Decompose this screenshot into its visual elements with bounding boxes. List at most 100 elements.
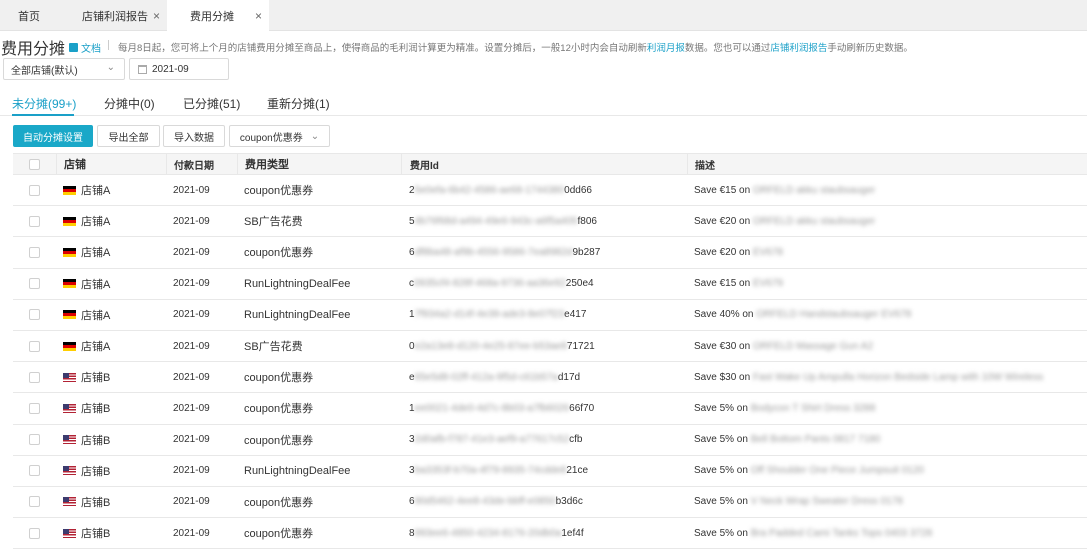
- store-name: 店铺A: [81, 278, 111, 291]
- table-row[interactable]: 店铺B 2021-09 coupon优惠券 1 ee0021-4de0-4d7c-8b0…: [13, 393, 1087, 425]
- button-label: 导出全部: [108, 132, 149, 144]
- store-profit-report-link[interactable]: 店铺利润报告: [770, 43, 827, 54]
- table-row[interactable]: 店铺A 2021-09 coupon优惠券 2 5e0efa-6b42-4586-ae6…: [13, 175, 1087, 207]
- expense-id-redacted: 5e0efa-6b42-4586-ae68-1744380: [414, 184, 565, 196]
- description-text: Save 5% on: [694, 465, 748, 477]
- store-select[interactable]: 全部店铺(默认) ⌄: [3, 58, 125, 80]
- tab-unallocated[interactable]: 未分摊(99+): [12, 95, 76, 112]
- expense-type-cell: coupon优惠券: [244, 372, 314, 385]
- column-header-pay-date[interactable]: 付款日期: [166, 154, 237, 174]
- table-row[interactable]: 店铺B 2021-09 coupon优惠券 e 65e5d8-02ff-412a-9f5…: [13, 362, 1087, 394]
- export-all-button[interactable]: 导出全部: [97, 125, 160, 147]
- row-checkbox-cell: [13, 206, 56, 236]
- description-cell: Save 5% on Bodycon T Shirt Dress 3288: [687, 393, 1087, 423]
- table-row[interactable]: 店铺A 2021-09 coupon优惠券 6 df8ba48-af9b-4556-95…: [13, 237, 1087, 269]
- row-checkbox[interactable]: [29, 371, 40, 383]
- column-header-store[interactable]: 店铺: [56, 154, 166, 174]
- expense-type-cell: RunLightningDealFee: [244, 464, 351, 477]
- expense-type-filter[interactable]: coupon优惠券 ⌄: [229, 125, 330, 147]
- profit-monthly-link[interactable]: 利润月报: [647, 43, 685, 54]
- store-cell: 店铺A: [56, 206, 166, 236]
- store-name: 店铺A: [81, 216, 111, 229]
- store-name: 店铺A: [81, 247, 111, 260]
- table-row[interactable]: 店铺A 2021-09 RunLightningDealFee c 0935cf4-82…: [13, 269, 1087, 300]
- row-checkbox[interactable]: [29, 215, 40, 227]
- description-cell: Save €20 on ORFELD akku staubsauger: [687, 206, 1087, 236]
- usa-flag-icon: [63, 497, 76, 507]
- tab-store-profit-report[interactable]: 店铺利润报告 ×: [62, 0, 167, 31]
- expense-type-cell: coupon优惠券: [244, 185, 314, 198]
- expense-id-cell: 5 4b76f68d-a494-49e6-943c-a6f5a405 f806: [401, 206, 687, 236]
- tab-expense-allocation[interactable]: 费用分摊 ×: [167, 0, 269, 32]
- column-header-expense-type[interactable]: 费用类型: [237, 154, 401, 174]
- description-redacted: Bra Padded Cami Tanks Tops 0403 3728: [750, 527, 933, 539]
- row-checkbox[interactable]: [29, 527, 40, 539]
- description-redacted: ORFELD Handstaubsauger EV678: [756, 309, 912, 321]
- table-row[interactable]: 店铺B 2021-09 coupon优惠券 8 993ee6-4850-4234-817…: [13, 518, 1087, 550]
- table-row[interactable]: 店铺A 2021-09 SB广告花费 0 e2a13e8-d120-4e25-87ee-…: [13, 331, 1087, 363]
- page-title: 费用分摊: [1, 41, 66, 58]
- table-row[interactable]: 店铺A 2021-09 RunLightningDealFee 1 7f934a2-d1…: [13, 300, 1087, 331]
- description-text: Save 5% on: [694, 434, 748, 446]
- desc-text: 手动刷新历史数据。: [827, 43, 913, 54]
- expense-id-cell: 1 ee0021-4de0-4d7c-8b03-a7fb6026 66f70: [401, 393, 687, 423]
- row-checkbox[interactable]: [29, 184, 40, 196]
- description-text: Save €20 on: [694, 246, 751, 258]
- expense-type-cell: coupon优惠券: [244, 247, 314, 260]
- row-checkbox[interactable]: [29, 434, 40, 446]
- expense-id-cell: 3 ba3353f-b70a-4f79-8935-74cdde8 21ce: [401, 456, 687, 486]
- row-checkbox[interactable]: [29, 278, 40, 290]
- row-checkbox[interactable]: [29, 402, 40, 414]
- column-header-description[interactable]: 描述: [687, 154, 1087, 174]
- row-checkbox[interactable]: [29, 246, 40, 258]
- tab-allocating[interactable]: 分摊中(0): [104, 95, 155, 112]
- expense-id-end: e417: [564, 309, 587, 321]
- document-icon: [69, 43, 78, 52]
- row-checkbox[interactable]: [29, 309, 40, 321]
- expense-type-filter-value: coupon优惠券: [239, 132, 303, 144]
- table-row[interactable]: 店铺B 2021-09 coupon优惠券 6 90d5462-4ee8-43de-bb…: [13, 487, 1087, 519]
- select-all-checkbox[interactable]: [29, 158, 40, 170]
- divider: [108, 40, 109, 50]
- expense-id-redacted: 65e5d8-02ff-412a-9f5d-c61b57a: [414, 371, 558, 383]
- germany-flag-icon: [63, 279, 76, 289]
- store-name: 店铺B: [81, 465, 111, 478]
- doc-link[interactable]: 文档: [69, 40, 101, 55]
- import-data-button[interactable]: 导入数据: [163, 125, 225, 147]
- store-cell: 店铺B: [56, 456, 166, 486]
- expense-id-cell: c 0935cf4-828f-468a-9736-aa36e92 250e4: [401, 269, 687, 299]
- expense-type-cell: coupon优惠券: [244, 434, 314, 447]
- pay-date-cell: 2021-09: [173, 184, 210, 196]
- tab-home[interactable]: 首页: [0, 0, 62, 31]
- row-checkbox[interactable]: [29, 340, 40, 352]
- table-row[interactable]: 店铺A 2021-09 SB广告花费 5 4b76f68d-a494-49e6-943c…: [13, 206, 1087, 238]
- description-redacted: Fast Wake Up Ampulla Horizon Bedside Lam…: [752, 371, 1044, 383]
- description-redacted: V Neck Wrap Sweater Dress 0178: [750, 496, 903, 508]
- expense-id-cell: 0 e2a13e8-d120-4e25-87ee-b53ae8 71721: [401, 331, 687, 361]
- pay-date-cell: 2021-09: [173, 527, 210, 539]
- row-checkbox-cell: [13, 456, 56, 486]
- row-checkbox-cell: [13, 487, 56, 517]
- tab-allocated[interactable]: 已分摊(51): [183, 95, 240, 112]
- store-cell: 店铺A: [56, 300, 166, 330]
- month-picker[interactable]: 2021-09: [129, 58, 229, 80]
- table-row[interactable]: 店铺B 2021-09 coupon优惠券 3 2d0afb-f787-41e3-aef…: [13, 425, 1087, 456]
- expense-type-cell: coupon优惠券: [244, 528, 314, 541]
- table-row[interactable]: 店铺B 2021-09 RunLightningDealFee 3 ba3353f-b7…: [13, 456, 1087, 487]
- germany-flag-icon: [63, 216, 76, 226]
- expense-id-end: d17d: [557, 371, 581, 383]
- column-header-expense-id[interactable]: 费用Id: [401, 154, 687, 174]
- row-checkbox[interactable]: [29, 465, 40, 477]
- auto-allocation-settings-button[interactable]: 自动分摊设置: [13, 125, 93, 147]
- close-icon[interactable]: ×: [255, 9, 262, 23]
- expense-id-cell: 6 df8ba48-af9b-4556-9586-7ea8982d 9b287: [401, 237, 687, 267]
- calendar-icon: [138, 64, 147, 74]
- header-checkbox-cell: [13, 154, 56, 174]
- row-checkbox[interactable]: [29, 496, 40, 508]
- close-icon[interactable]: ×: [153, 9, 160, 23]
- tab-reallocate[interactable]: 重新分摊(1): [267, 95, 330, 112]
- expense-id-end: 21ce: [566, 465, 589, 477]
- description-redacted: ORFELD akku staubsauger: [752, 184, 876, 196]
- expense-id-end: 250e4: [565, 278, 594, 290]
- description-redacted: Bodycon T Shirt Dress 3288: [750, 402, 876, 414]
